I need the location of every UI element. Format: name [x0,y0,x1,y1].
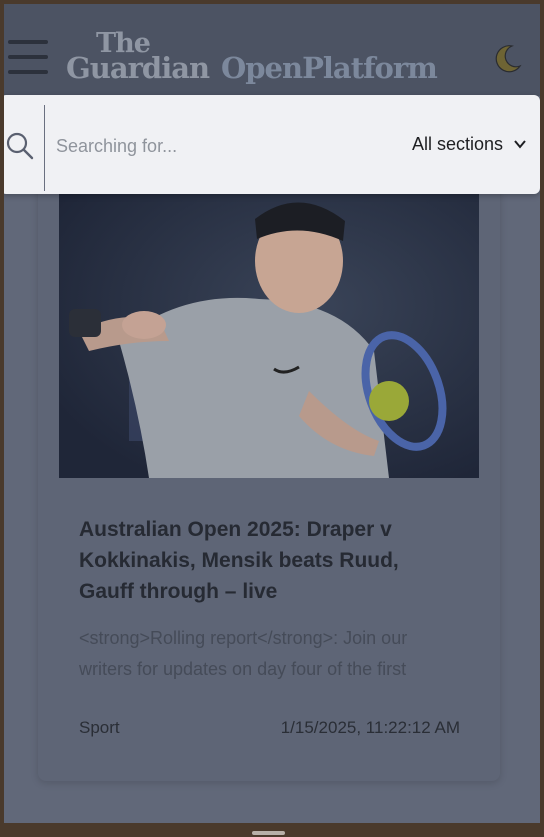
app-screen: The Guardian OpenPlatform Australian Ope… [4,4,540,823]
article-summary: <strong>Rolling report</strong>: Join ou… [79,628,408,679]
menu-line [8,40,48,44]
section-select-value: All sections [412,133,504,154]
article-card[interactable]: Australian Open 2025: Draper v Kokkinaki… [38,169,500,781]
logo-guardian: Guardian [66,51,210,85]
tennis-player-image [59,191,479,478]
article-date: 1/15/2025, 11:22:12 AM [280,718,460,737]
article-section: Sport [79,718,120,737]
search-bar: All sections [4,95,540,194]
section-select[interactable]: All sections [412,129,527,159]
search-icon[interactable] [5,131,35,161]
guardian-logo[interactable]: The Guardian OpenPlatform [66,26,446,86]
site-header: The Guardian OpenPlatform [4,4,540,96]
article-image [59,191,479,478]
home-indicator[interactable] [252,831,285,835]
article-title[interactable]: Australian Open 2025: Draper v Kokkinaki… [79,514,459,607]
search-divider [44,105,45,191]
chevron-down-icon [514,140,526,149]
menu-line [8,70,48,74]
search-input[interactable] [54,125,388,167]
hamburger-menu-icon[interactable] [8,40,48,74]
moon-icon[interactable] [490,40,526,76]
logo-open-platform: OpenPlatform [221,51,438,85]
menu-line [8,55,48,59]
